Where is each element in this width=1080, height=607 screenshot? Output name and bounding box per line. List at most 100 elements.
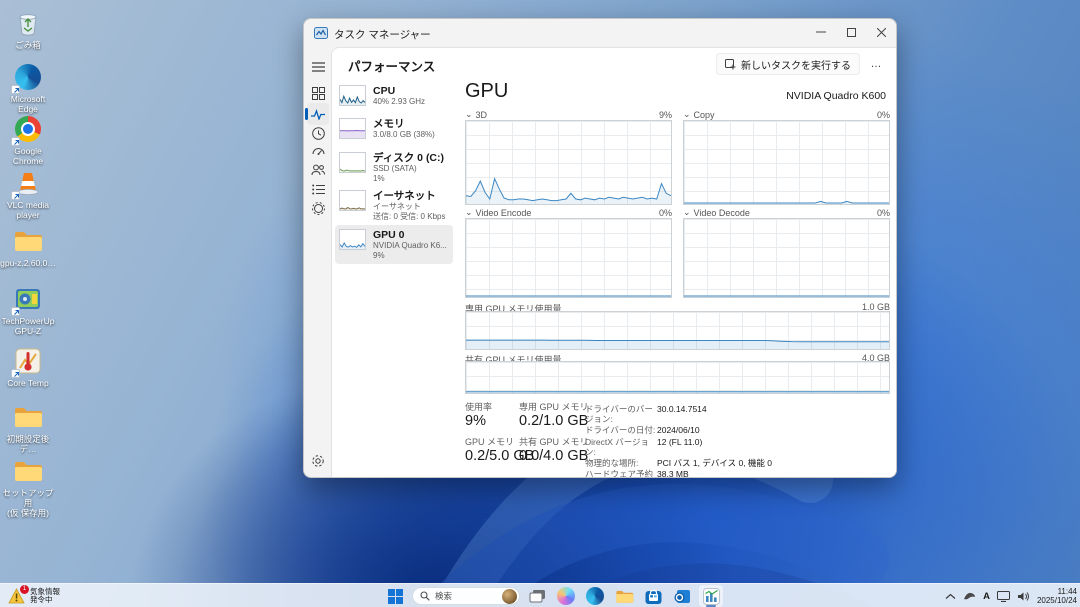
dedicated-memory-chart	[465, 311, 890, 350]
memory-mini-chart	[339, 118, 366, 139]
task-manager-window: タスク マネージャー	[303, 18, 897, 478]
folder-icon	[13, 456, 43, 486]
network-icon[interactable]	[997, 591, 1010, 602]
disk-mini-chart	[339, 152, 366, 173]
detail-row: ドライバーの日付:2024/06/10	[585, 425, 772, 435]
widget-text-line2: 発令中	[30, 596, 60, 604]
chrome-icon	[13, 114, 43, 144]
search-box[interactable]: 検索	[412, 587, 520, 605]
sidebar-item-memory[interactable]: メモリ 3.0/8.0 GB (38%)	[335, 114, 453, 144]
stats-column-2: 専用 GPU メモリ 0.2/1.0 GB 共有 GPU メモリ 0.0/4.0…	[519, 402, 589, 472]
search-highlight-image[interactable]	[502, 589, 517, 604]
services-icon[interactable]	[310, 200, 326, 216]
desktop-icon-edge[interactable]: Microsoft Edge	[0, 62, 56, 114]
window-titlebar[interactable]: タスク マネージャー	[304, 19, 896, 47]
detail-row: ハードウェア予約済みメモリ:38.3 MB	[585, 469, 772, 478]
chart-header-video-decode: ⌄ Video Decode 0%	[683, 207, 890, 218]
copilot-button[interactable]	[554, 585, 578, 607]
chart-value: 9%	[659, 110, 672, 120]
shortcut-arrow-icon	[11, 137, 20, 146]
desktop-icon-coretemp[interactable]: Core Temp	[0, 346, 56, 388]
menu-icon[interactable]	[310, 59, 326, 75]
shortcut-arrow-icon	[11, 85, 20, 94]
tray-hidden-app-icon[interactable]	[963, 590, 976, 602]
start-button[interactable]	[383, 585, 407, 607]
new-task-icon	[725, 59, 736, 70]
desktop-icon-gpuz-folder[interactable]: gpu-z.2.60.0…	[0, 226, 56, 268]
gpu-details: ドライバーのバージョン:30.0.14.7514 ドライバーの日付:2024/0…	[585, 404, 772, 478]
desktop: ごみ箱 Microsoft Edge Google Chrome	[0, 0, 1080, 607]
details-icon[interactable]	[310, 181, 326, 197]
startup-apps-icon[interactable]	[310, 143, 326, 159]
volume-icon[interactable]	[1017, 591, 1030, 602]
task-manager-content: パフォーマンス 新しいタスクを実行する … CPU 40% 2.93 GHz	[331, 47, 896, 477]
desktop-icon-label: Google Chrome	[0, 146, 56, 166]
shortcut-arrow-icon	[11, 307, 20, 316]
folder-icon	[615, 589, 634, 604]
users-icon[interactable]	[310, 162, 326, 178]
search-icon	[420, 591, 430, 601]
gpu-mini-chart	[339, 229, 366, 250]
sidebar-item-gpu[interactable]: GPU 0 NVIDIA Quadro K6... 9%	[335, 225, 453, 264]
sidebar-item-disk[interactable]: ディスク 0 (C:) SSD (SATA) 1%	[335, 148, 453, 187]
processes-icon[interactable]	[310, 85, 326, 101]
maximize-button[interactable]	[836, 19, 866, 45]
gpu-3d-chart	[465, 120, 672, 205]
chart-value: 0%	[877, 208, 890, 218]
recycle-bin-icon	[13, 8, 43, 38]
store-icon	[645, 588, 662, 605]
cpu-mini-chart	[339, 85, 366, 106]
stat-dedicated-memory: 専用 GPU メモリ 0.2/1.0 GB	[519, 402, 589, 430]
weather-warning-icon: 1	[8, 588, 26, 604]
file-explorer-button[interactable]	[612, 585, 636, 607]
desktop-icon-recycle-bin[interactable]: ごみ箱	[0, 8, 56, 50]
tray-time: 11:44	[1037, 587, 1077, 596]
close-button[interactable]	[866, 19, 896, 45]
desktop-icon-label: ごみ箱	[0, 40, 56, 50]
chevron-down-icon[interactable]: ⌄	[683, 109, 691, 120]
copilot-icon	[557, 587, 575, 605]
chevron-down-icon[interactable]: ⌄	[683, 207, 691, 218]
minimize-button[interactable]	[806, 19, 836, 45]
task-manager-app-icon	[314, 26, 328, 45]
desktop-icon-data-folder[interactable]: 初期設定後 デ…	[0, 402, 56, 454]
clock[interactable]: 11:44 2025/10/24	[1037, 587, 1077, 605]
desktop-icon-vlc[interactable]: VLC media player	[0, 168, 56, 220]
sidebar-item-ethernet[interactable]: イーサネット イーサネット 送信: 0 受信: 0 Kbps	[335, 186, 453, 225]
chart-header-copy: ⌄ Copy 0%	[683, 109, 890, 120]
chart-header-3d: ⌄ 3D 9%	[465, 109, 672, 120]
gpu-copy-chart	[683, 120, 890, 205]
task-manager-taskbar-button[interactable]	[699, 585, 723, 607]
shortcut-arrow-icon	[11, 369, 20, 378]
desktop-icon-backup-folder[interactable]: セットアップ用 (仮 保存用)	[0, 456, 56, 518]
run-new-task-button[interactable]: 新しいタスクを実行する	[716, 53, 860, 75]
tray-date: 2025/10/24	[1037, 596, 1077, 605]
folder-icon	[13, 402, 43, 432]
shortcut-arrow-icon	[11, 191, 20, 200]
task-view-button[interactable]	[525, 585, 549, 607]
search-placeholder: 検索	[435, 590, 452, 602]
desktop-icon-label: セットアップ用	[0, 488, 56, 508]
tray-chevron-up-icon[interactable]	[945, 593, 956, 600]
edge-button[interactable]	[583, 585, 607, 607]
ime-indicator[interactable]: A	[983, 591, 990, 602]
sidebar-item-cpu[interactable]: CPU 40% 2.93 GHz	[335, 81, 453, 111]
detail-row: 物理的な場所:PCI バス 1, デバイス 0, 機能 0	[585, 458, 772, 468]
outlook-button[interactable]	[670, 585, 694, 607]
desktop-icon-label: Microsoft Edge	[0, 94, 56, 114]
desktop-icon-label: 初期設定後 デ…	[0, 434, 56, 454]
desktop-icon-gpuz-app[interactable]: TechPowerUp GPU-Z	[0, 284, 56, 336]
edge-icon	[13, 62, 43, 92]
edge-icon	[586, 587, 604, 605]
store-button[interactable]	[641, 585, 665, 607]
more-options-button[interactable]: …	[866, 53, 886, 75]
chevron-down-icon[interactable]: ⌄	[465, 109, 473, 120]
desktop-icon-chrome[interactable]: Google Chrome	[0, 114, 56, 166]
detail-row: ドライバーのバージョン:30.0.14.7514	[585, 404, 772, 424]
performance-icon[interactable]	[310, 106, 326, 122]
app-history-icon[interactable]	[310, 125, 326, 141]
gpu-panel-title: GPU	[465, 80, 508, 103]
widgets-button[interactable]: 1 気象情報 発令中	[4, 585, 64, 607]
settings-icon[interactable]	[310, 453, 326, 469]
chevron-down-icon[interactable]: ⌄	[465, 207, 473, 218]
